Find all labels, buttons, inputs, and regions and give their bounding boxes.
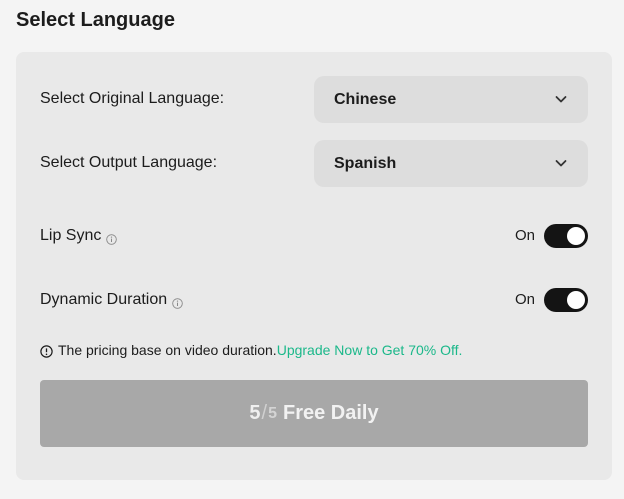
lip-sync-toggle[interactable] (544, 224, 588, 248)
free-daily-button[interactable]: 5 / 5 Free Daily (40, 380, 588, 447)
original-language-select[interactable]: Chinese (314, 76, 588, 123)
output-language-select[interactable]: Spanish (314, 140, 588, 187)
lip-sync-label-group: Lip Sync (40, 226, 118, 246)
dynamic-duration-toggle[interactable] (544, 288, 588, 312)
pricing-note-text: The pricing base on video duration. (58, 342, 277, 358)
used-count: 5 (249, 402, 261, 424)
dynamic-duration-label: Dynamic Duration (40, 291, 168, 308)
pricing-note: The pricing base on video duration. Upgr… (40, 341, 462, 359)
alert-info-icon (40, 344, 53, 358)
output-language-value: Spanish (334, 154, 397, 172)
chevron-down-icon (554, 156, 568, 170)
language-settings-panel: Select Original Language: Chinese Select… (16, 52, 612, 480)
output-language-label: Select Output Language: (40, 154, 218, 171)
info-icon[interactable] (172, 295, 183, 309)
total-count: 5 (268, 404, 277, 422)
lip-sync-label: Lip Sync (40, 227, 102, 244)
toggle-knob (567, 291, 585, 309)
original-language-label: Select Original Language: (40, 90, 225, 107)
dynamic-duration-label-group: Dynamic Duration (40, 290, 183, 310)
toggle-knob (567, 227, 585, 245)
chevron-down-icon (554, 92, 568, 106)
page-title: Select Language (16, 9, 175, 31)
lip-sync-state: On (515, 227, 536, 244)
count-separator: / (261, 402, 268, 424)
original-language-value: Chinese (334, 90, 397, 108)
info-icon[interactable] (106, 231, 118, 245)
upgrade-link[interactable]: Upgrade Now to Get 70% Off. (277, 341, 463, 359)
free-daily-label: Free Daily (282, 402, 379, 424)
dynamic-duration-state: On (515, 291, 536, 308)
